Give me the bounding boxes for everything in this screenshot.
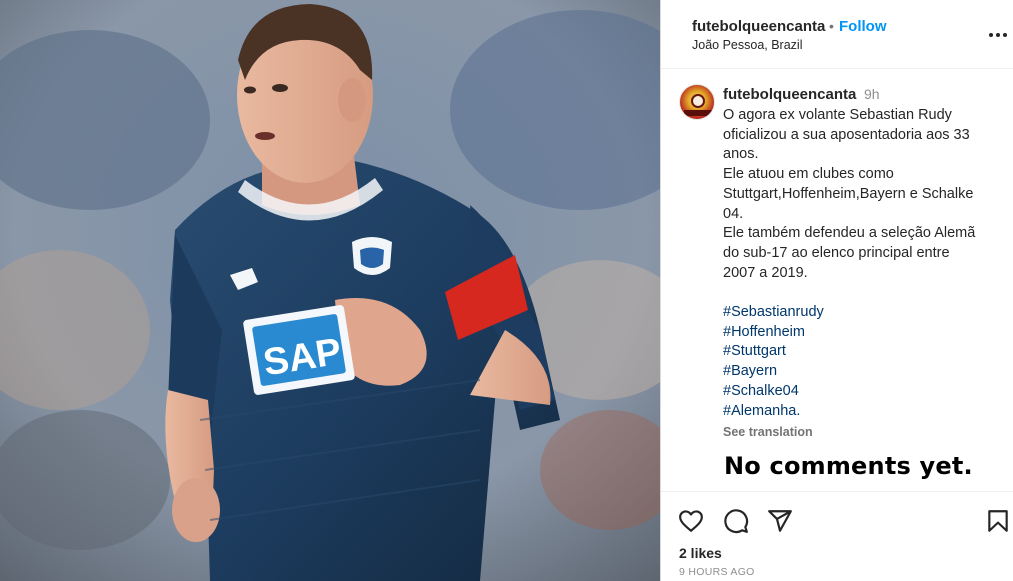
post-image[interactable]: SAP [0,0,660,581]
heart-icon[interactable] [678,508,704,534]
caption-line: Ele atuou em clubes como [723,166,894,183]
header-separator: • [829,18,834,34]
post-location[interactable]: João Pessoa, Brazil [692,38,802,52]
caption-username[interactable]: futebolqueencanta [723,86,856,103]
caption-line: oficializou a sua aposentadoria aos 33 [723,126,970,143]
caption-time: 9h [864,86,880,102]
avatar[interactable] [679,84,715,120]
hashtag-link[interactable]: #Bayern [723,362,1003,382]
caption-section: futebolqueencanta 9h O agora ex volante … [661,70,1013,490]
see-translation-link[interactable]: See translation [723,425,813,439]
caption-line: do sub-17 ao elenco principal entre [723,244,950,261]
hashtag-link[interactable]: #Sebastianrudy [723,303,1003,323]
caption-line: Ele também defendeu a seleção Alemã [723,225,976,242]
hashtag-link[interactable]: #Hoffenheim [723,323,1003,343]
comment-icon[interactable] [723,508,749,534]
no-comments-message: No comments yet. [724,452,973,480]
follow-button[interactable]: Follow [839,18,887,35]
caption-line: O agora ex volante Sebastian Rudy [723,107,952,123]
post-timestamp: 9 HOURS AGO [679,566,755,578]
caption-line: 04. [723,205,744,222]
post-actions: 2 likes 9 HOURS AGO [661,491,1013,581]
more-options-icon[interactable] [989,26,1007,44]
caption-line: Stuttgart,Hoffenheim,Bayern e Schalke [723,185,974,202]
caption-line [723,283,1003,303]
header-username[interactable]: futebolqueencanta [692,18,825,35]
post-detail-panel: futebolqueencanta • Follow João Pessoa, … [660,0,1013,581]
share-icon[interactable] [767,508,793,534]
bookmark-icon[interactable] [985,508,1011,534]
post-header: futebolqueencanta • Follow João Pessoa, … [661,0,1013,69]
caption-line: anos. [723,146,759,163]
hashtag-link[interactable]: #Schalke04 [723,382,1003,402]
likes-count[interactable]: 2 likes [679,545,722,561]
caption-line: 2007 a 2019. [723,264,808,281]
caption-text: O agora ex volante Sebastian Rudy oficia… [723,106,1003,421]
hashtag-link[interactable]: #Stuttgart [723,342,1003,362]
player-photo: SAP [0,0,660,581]
hashtag-link[interactable]: #Alemanha. [723,402,1003,422]
